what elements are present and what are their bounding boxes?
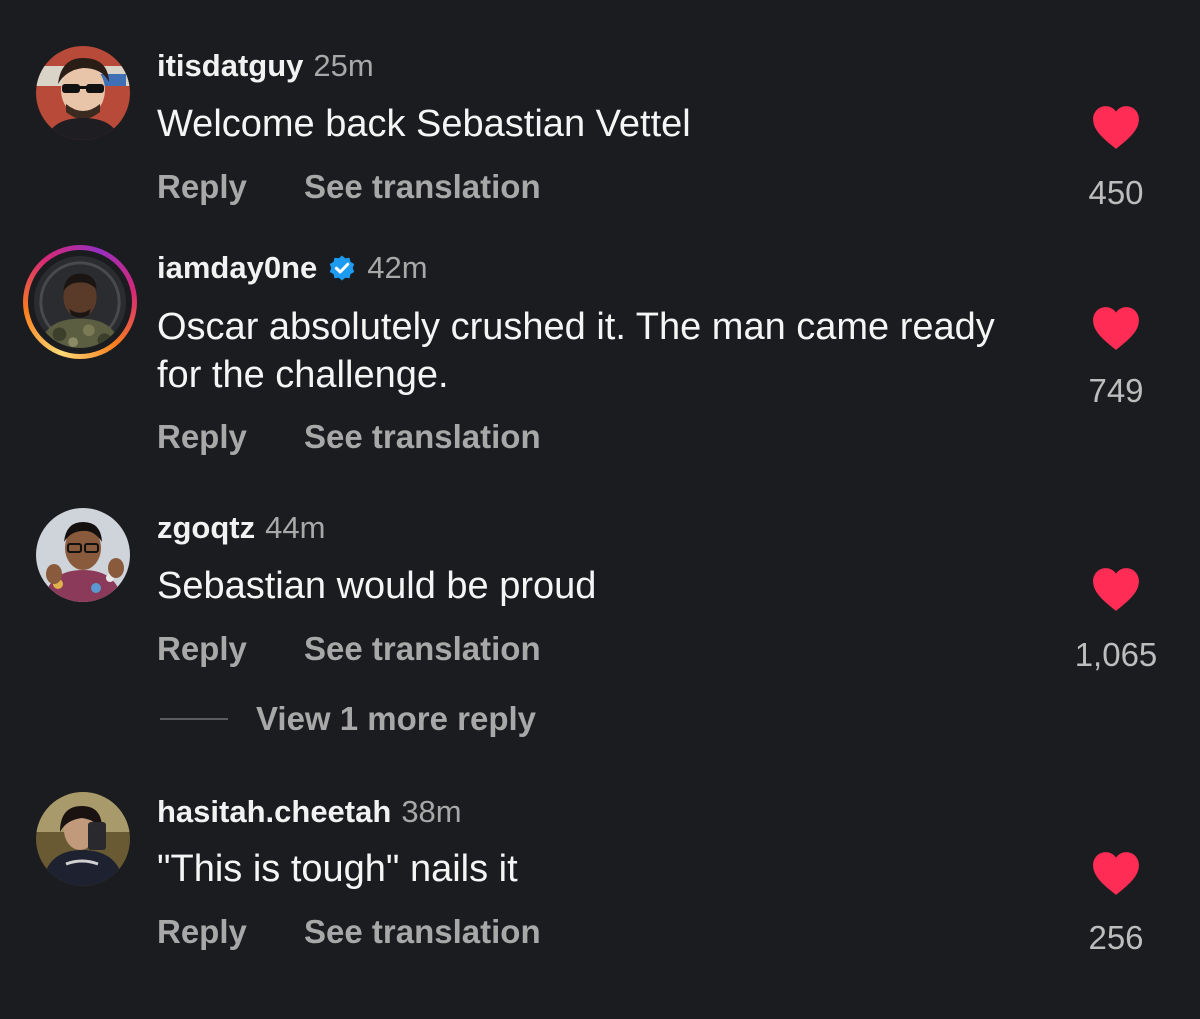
- see-translation-button[interactable]: See translation: [304, 913, 541, 950]
- avatar[interactable]: [34, 256, 126, 348]
- timestamp: 44m: [265, 510, 326, 545]
- like-button[interactable]: [1051, 566, 1181, 612]
- comment-actions: Reply See translation: [157, 418, 541, 456]
- verified-badge-icon: [330, 255, 355, 281]
- like-count: 1,065: [1074, 636, 1158, 673]
- reply-button[interactable]: Reply: [157, 418, 247, 455]
- timestamp: 38m: [401, 794, 462, 829]
- reply-button[interactable]: Reply: [157, 168, 247, 205]
- comment-text: Welcome back Sebastian Vettel: [157, 103, 691, 145]
- comment-text: "This is tough" nails it: [157, 848, 518, 890]
- like-button[interactable]: [1051, 305, 1181, 351]
- see-translation-button[interactable]: See translation: [304, 630, 541, 667]
- comment-header: hasitah.cheetah 38m: [157, 794, 462, 830]
- comment-header: iamday0ne 42m: [157, 250, 428, 286]
- like-count: 256: [1088, 919, 1144, 956]
- comment-header: zgoqtz 44m: [157, 510, 325, 546]
- divider: [160, 718, 228, 720]
- avatar[interactable]: [36, 508, 130, 602]
- reply-button[interactable]: Reply: [157, 630, 247, 667]
- reply-button[interactable]: Reply: [157, 913, 247, 950]
- comment-actions: Reply See translation: [157, 630, 541, 668]
- see-translation-button[interactable]: See translation: [304, 168, 541, 205]
- avatar[interactable]: [36, 792, 130, 886]
- view-more-replies-label[interactable]: View 1 more reply: [256, 700, 536, 738]
- heart-icon[interactable]: [1091, 305, 1141, 351]
- see-translation-button[interactable]: See translation: [304, 418, 541, 455]
- avatar[interactable]: [36, 46, 130, 140]
- username[interactable]: iamday0ne: [157, 250, 317, 286]
- comment-actions: Reply See translation: [157, 168, 541, 206]
- heart-icon[interactable]: [1091, 566, 1141, 612]
- timestamp: 25m: [313, 48, 374, 83]
- username[interactable]: hasitah.cheetah: [157, 794, 391, 830]
- view-more-replies-button[interactable]: View 1 more reply: [160, 700, 536, 738]
- comment-actions: Reply See translation: [157, 913, 541, 951]
- comment-text: Sebastian would be proud: [157, 565, 597, 607]
- timestamp: 42m: [367, 250, 428, 285]
- like-count: 450: [1088, 174, 1144, 211]
- story-ring[interactable]: [23, 245, 137, 359]
- heart-icon[interactable]: [1091, 850, 1141, 896]
- heart-icon[interactable]: [1091, 104, 1141, 150]
- comment-text: Oscar absolutely crushed it. The man cam…: [157, 306, 995, 396]
- username[interactable]: itisdatguy: [157, 48, 303, 84]
- comments-panel: itisdatguy 25m Welcome back Sebastian Ve…: [0, 0, 1200, 1019]
- username[interactable]: zgoqtz: [157, 510, 255, 546]
- like-button[interactable]: [1051, 850, 1181, 896]
- comment-header: itisdatguy 25m: [157, 48, 374, 84]
- like-button[interactable]: [1051, 104, 1181, 150]
- like-count: 749: [1088, 372, 1144, 409]
